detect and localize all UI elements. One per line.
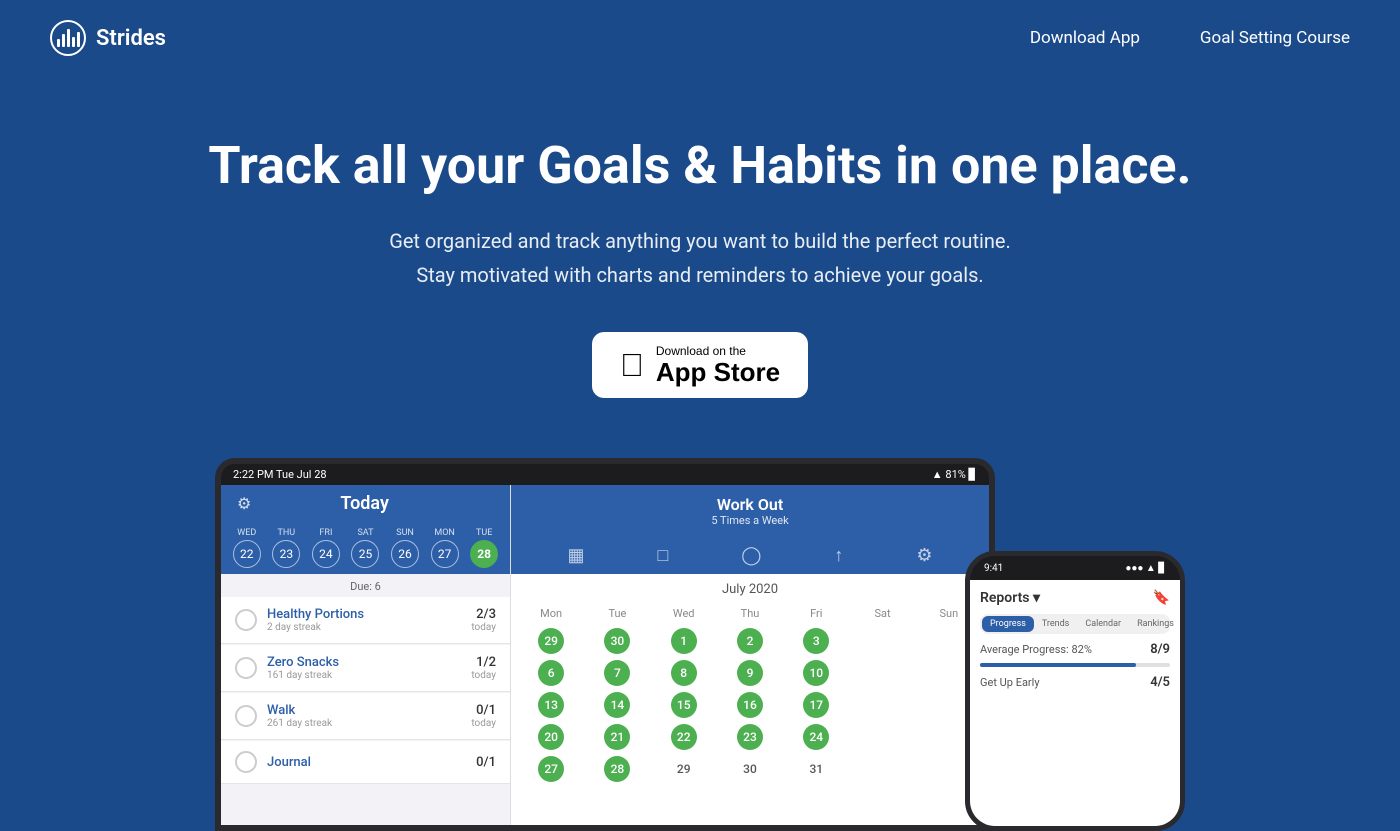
app-store-text: Download on the App Store (656, 344, 780, 387)
habit-info-1: Healthy Portions 2 day streak (267, 607, 471, 633)
avg-progress-label: Average Progress: 82% (980, 643, 1092, 656)
day-sun: SUN 26 (391, 528, 419, 568)
habit-circle-3 (235, 705, 257, 727)
apple-icon:  (620, 349, 644, 381)
ipad-status-icons: ▲ 81% ▊ (932, 468, 977, 481)
ipad-mockup: 2:22 PM Tue Jul 28 ▲ 81% ▊ ⚙ Today WED 2… (215, 458, 995, 831)
habit-item-2[interactable]: Zero Snacks 161 day streak 1/2 today (221, 645, 510, 692)
get-up-value: 4/5 (1150, 675, 1170, 690)
gear-icon[interactable]: ⚙ (237, 494, 251, 513)
devices-container: 2:22 PM Tue Jul 28 ▲ 81% ▊ ⚙ Today WED 2… (0, 458, 1400, 831)
iphone-time: 9:41 (984, 563, 1003, 574)
cal-grid: Mon Tue Wed Thu Fri Sat Sun 29 30 1 2 3 (511, 601, 989, 786)
habit-item-3[interactable]: Walk 261 day streak 0/1 today (221, 693, 510, 740)
app-store-small-text: Download on the (656, 344, 746, 358)
day-sat: SAT 25 (351, 528, 379, 568)
avg-progress-row: Average Progress: 82% 8/9 (980, 642, 1170, 657)
brand-name: Strides (96, 26, 166, 51)
day-tue: TUE 28 (470, 528, 498, 568)
bookmark-icon: 🔖 (1153, 590, 1170, 606)
workout-header: Work Out 5 Times a Week (511, 485, 989, 537)
avg-progress-value: 8/9 (1150, 642, 1170, 657)
share-tab-icon[interactable]: ↑ (834, 545, 843, 566)
workout-tabs: ▦ □ ◯ ↑ ⚙ (511, 537, 989, 574)
ipad-screen: ⚙ Today WED 22 THU 23 FRI 24 (221, 485, 989, 825)
today-panel: ⚙ Today WED 22 THU 23 FRI 24 (221, 485, 511, 825)
bar4 (72, 37, 75, 47)
habit-item-4[interactable]: Journal 0/1 (221, 741, 510, 784)
day-fri: FRI 24 (312, 528, 340, 568)
workout-name: Work Out (521, 495, 979, 514)
nav-download-app[interactable]: Download App (1030, 28, 1140, 48)
get-up-label: Get Up Early (980, 676, 1040, 689)
bar2 (62, 34, 65, 47)
tab-progress[interactable]: Progress (982, 616, 1034, 632)
today-title: Today (251, 493, 478, 514)
habit-info-2: Zero Snacks 161 day streak (267, 655, 471, 681)
settings-tab-icon[interactable]: ⚙ (916, 545, 932, 566)
app-store-large-text: App Store (656, 358, 780, 387)
logo-bars (57, 29, 80, 47)
calendar-month: July 2020 (511, 574, 989, 601)
iphone-mockup: 9:41 ●●● ▲ ▊ Reports ▾ 🔖 Progress Trends… (965, 551, 1185, 831)
tab-calendar[interactable]: Calendar (1077, 616, 1129, 632)
today-header: ⚙ Today (221, 485, 510, 522)
reports-header: Reports ▾ 🔖 (980, 590, 1170, 606)
bar3 (67, 29, 70, 47)
hero-subtitle-line2: Stay motivated with charts and reminders… (416, 263, 983, 287)
tab-trends[interactable]: Trends (1034, 616, 1077, 632)
iphone-screen: Reports ▾ 🔖 Progress Trends Calendar Ran… (970, 580, 1180, 826)
logo-area: Strides (50, 20, 166, 56)
get-up-row: Get Up Early 4/5 (980, 675, 1170, 690)
book-tab-icon[interactable]: □ (657, 545, 668, 566)
iphone-status-bar: 9:41 ●●● ▲ ▊ (970, 556, 1180, 580)
hero-section: Track all your Goals & Habits in one pla… (0, 76, 1400, 438)
nav: Download App Goal Setting Course (1030, 28, 1350, 48)
avg-progress-bar-fill (980, 663, 1136, 667)
reports-tabs: Progress Trends Calendar Rankings (980, 614, 1170, 634)
app-store-button[interactable]:  Download on the App Store (592, 332, 808, 399)
due-label: Due: 6 (221, 574, 510, 597)
chart-tab-icon[interactable]: ▦ (567, 545, 584, 566)
bar5 (77, 32, 80, 47)
reports-title[interactable]: Reports ▾ (980, 590, 1040, 606)
iphone-icons: ●●● ▲ ▊ (1125, 563, 1166, 574)
habit-info-3: Walk 261 day streak (267, 703, 471, 729)
ipad-time: 2:22 PM Tue Jul 28 (233, 468, 327, 481)
workout-sub: 5 Times a Week (521, 514, 979, 527)
day-mon: MON 27 (431, 528, 459, 568)
header: Strides Download App Goal Setting Course (0, 0, 1400, 76)
day-thu: THU 23 (272, 528, 300, 568)
habit-item-1[interactable]: Healthy Portions 2 day streak 2/3 today (221, 597, 510, 644)
day-wed: WED 22 (233, 528, 261, 568)
hero-subtitle: Get organized and track anything you wan… (20, 224, 1380, 292)
hero-subtitle-line1: Get organized and track anything you wan… (389, 229, 1011, 253)
tab-rankings[interactable]: Rankings (1129, 616, 1182, 632)
habit-info-4: Journal (267, 755, 476, 770)
chat-tab-icon[interactable]: ◯ (741, 545, 761, 566)
bar1 (57, 39, 60, 47)
hero-title: Track all your Goals & Habits in one pla… (20, 136, 1380, 196)
habit-circle-4 (235, 751, 257, 773)
avg-progress-bar-bg (980, 663, 1170, 667)
nav-goal-setting-course[interactable]: Goal Setting Course (1200, 28, 1350, 48)
logo-icon (50, 20, 86, 56)
ipad-status-bar: 2:22 PM Tue Jul 28 ▲ 81% ▊ (221, 464, 989, 485)
habit-circle-1 (235, 609, 257, 631)
calendar-panel: Work Out 5 Times a Week ▦ □ ◯ ↑ ⚙ July 2… (511, 485, 989, 825)
habit-circle-2 (235, 657, 257, 679)
day-strip: WED 22 THU 23 FRI 24 SAT 25 (221, 522, 510, 574)
